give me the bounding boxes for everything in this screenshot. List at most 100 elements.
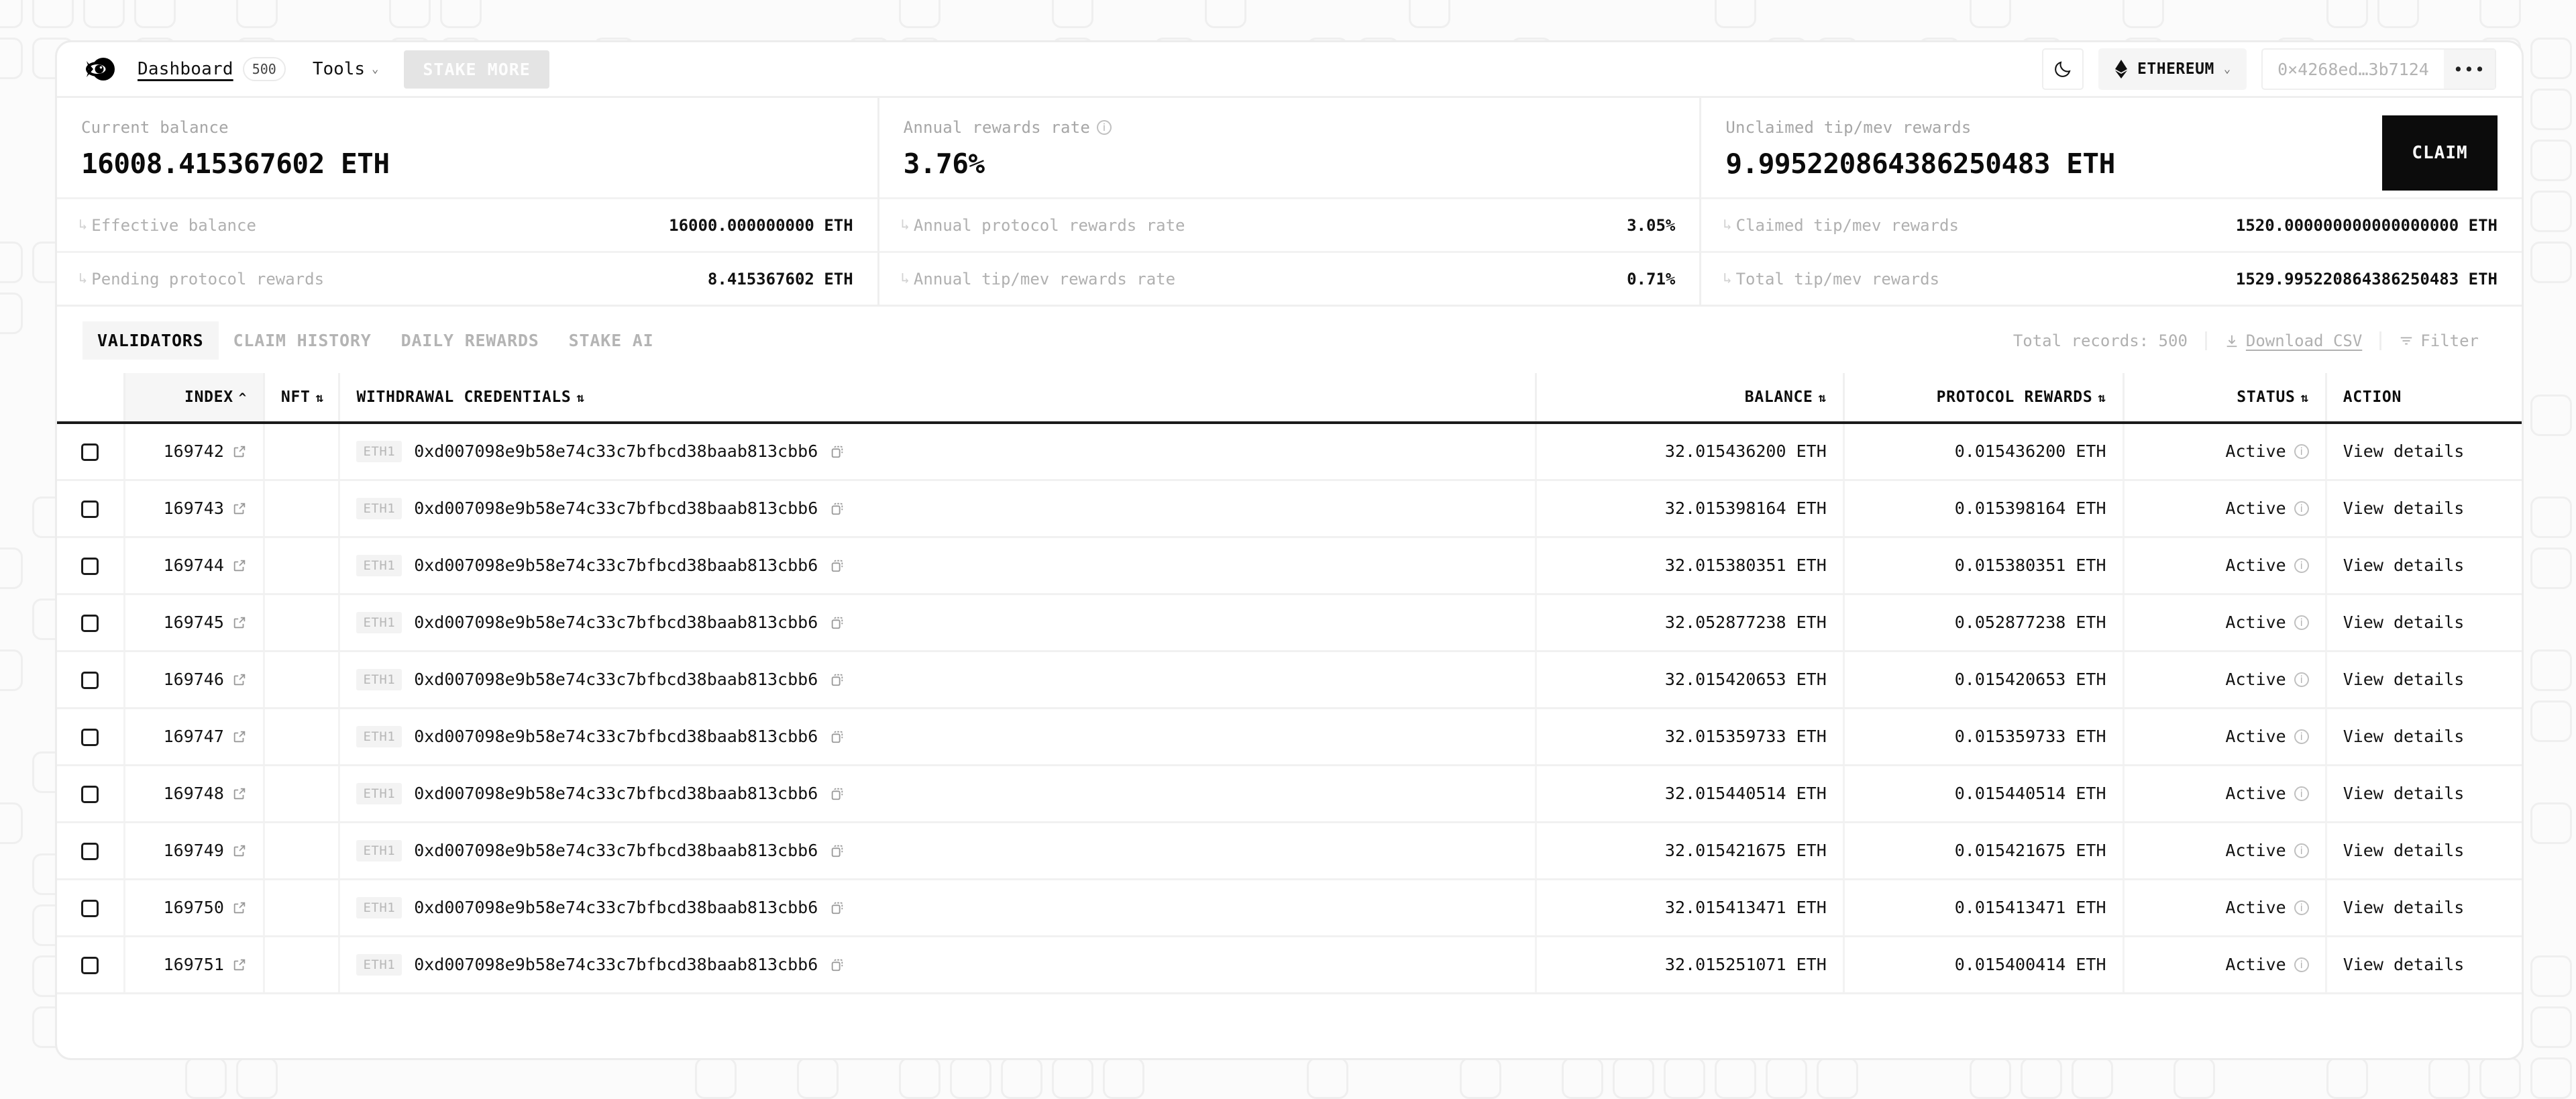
column-header-nft[interactable]: NFT⇅ (264, 373, 339, 423)
view-details-link[interactable]: View details (2343, 499, 2465, 518)
view-details-link[interactable]: View details (2343, 898, 2465, 917)
cell-protocol-rewards: 0.015440514 ETH (1843, 765, 2123, 822)
copy-icon[interactable] (830, 444, 845, 459)
filter-button[interactable]: Filter (2379, 331, 2496, 350)
cell-status: Activei (2123, 537, 2326, 594)
table-row[interactable]: 169744ETH10xd007098e9b58e74c33c7bfbcd38b… (57, 537, 2522, 594)
table-row[interactable]: 169743ETH10xd007098e9b58e74c33c7bfbcd38b… (57, 480, 2522, 537)
view-details-link[interactable]: View details (2343, 613, 2465, 632)
view-details-link[interactable]: View details (2343, 556, 2465, 575)
external-link-icon[interactable] (232, 900, 247, 915)
external-link-icon[interactable] (232, 729, 247, 744)
dark-mode-toggle-button[interactable] (2042, 48, 2084, 90)
copy-icon[interactable] (830, 900, 845, 915)
info-icon[interactable]: i (2294, 900, 2309, 915)
external-link-icon[interactable] (232, 444, 247, 459)
external-link-icon[interactable] (232, 786, 247, 801)
row-select-checkbox[interactable] (81, 501, 99, 518)
info-icon[interactable]: i (2294, 843, 2309, 858)
validator-index-label: 169745 (164, 613, 224, 632)
cell-status: Activei (2123, 651, 2326, 708)
column-header-status[interactable]: STATUS⇅ (2123, 373, 2326, 423)
claim-button[interactable]: CLAIM (2382, 115, 2498, 191)
column-header-protocol-rewards[interactable]: PROTOCOL REWARDS⇅ (1843, 373, 2123, 423)
background-cell (1715, 1057, 1756, 1099)
table-row[interactable]: 169742ETH10xd007098e9b58e74c33c7bfbcd38b… (57, 423, 2522, 480)
copy-icon[interactable] (830, 957, 845, 972)
copy-icon[interactable] (830, 843, 845, 858)
copy-icon[interactable] (830, 786, 845, 801)
view-details-link[interactable]: View details (2343, 727, 2465, 746)
stake-more-button[interactable]: STAKE MORE (404, 50, 549, 89)
tab-claim-history[interactable]: CLAIM HISTORY (219, 321, 386, 360)
nav-tools-menu[interactable]: Tools ⌄ (313, 59, 379, 79)
download-csv-button[interactable]: Download CSV (2205, 331, 2379, 350)
cell-status: Activei (2123, 879, 2326, 936)
row-select-checkbox[interactable] (81, 957, 99, 974)
tab-validators[interactable]: VALIDATORS (83, 321, 219, 360)
stat-sub-value: 0.71% (1627, 270, 1675, 289)
table-row[interactable]: 169745ETH10xd007098e9b58e74c33c7bfbcd38b… (57, 594, 2522, 651)
nav-dashboard-link[interactable]: Dashboard (138, 59, 233, 79)
row-select-checkbox[interactable] (81, 672, 99, 689)
external-link-icon[interactable] (232, 501, 247, 516)
view-details-link[interactable]: View details (2343, 955, 2465, 974)
view-details-link[interactable]: View details (2343, 441, 2465, 461)
credential-type-badge: ETH1 (356, 954, 402, 976)
copy-icon[interactable] (830, 558, 845, 573)
row-select-checkbox[interactable] (81, 615, 99, 632)
copy-icon[interactable] (830, 501, 845, 516)
info-icon[interactable]: i (2294, 672, 2309, 687)
external-link-icon[interactable] (232, 615, 247, 630)
table-row[interactable]: 169748ETH10xd007098e9b58e74c33c7bfbcd38b… (57, 765, 2522, 822)
network-selector-dropdown[interactable]: ETHEREUM ⌄ (2098, 48, 2247, 90)
external-link-icon[interactable] (232, 957, 247, 972)
row-select-checkbox[interactable] (81, 843, 99, 860)
table-row[interactable]: 169750ETH10xd007098e9b58e74c33c7bfbcd38b… (57, 879, 2522, 936)
cell-balance: 32.015380351 ETH (1536, 537, 1843, 594)
row-select-checkbox[interactable] (81, 900, 99, 917)
info-icon[interactable]: i (2294, 729, 2309, 744)
view-details-link[interactable]: View details (2343, 784, 2465, 803)
column-header-withdrawal-credentials[interactable]: WITHDRAWAL CREDENTIALS⇅ (339, 373, 1536, 423)
tab-stake-ai[interactable]: STAKE AI (554, 321, 669, 360)
content-tabs-bar: VALIDATORS CLAIM HISTORY DAILY REWARDS S… (57, 307, 2522, 373)
copy-icon[interactable] (830, 672, 845, 687)
row-select-checkbox[interactable] (81, 443, 99, 461)
copy-icon[interactable] (830, 729, 845, 744)
validators-table-scroll-area[interactable]: INDEX^ NFT⇅ WITHDRAWAL CREDENTIALS⇅ BALA… (57, 373, 2522, 1004)
row-select-cell (57, 936, 124, 993)
info-icon[interactable]: i (1097, 120, 1112, 135)
validator-index-label: 169750 (164, 898, 224, 917)
info-icon[interactable]: i (2294, 501, 2309, 516)
info-icon[interactable]: i (2294, 558, 2309, 573)
external-link-icon[interactable] (232, 672, 247, 687)
fish-eye-logo-icon[interactable] (78, 56, 116, 83)
wallet-address-button[interactable]: 0×4268ed…3b7124 ••• (2261, 48, 2496, 90)
row-select-checkbox[interactable] (81, 786, 99, 803)
copy-icon[interactable] (830, 615, 845, 630)
info-icon[interactable]: i (2294, 957, 2309, 972)
info-icon[interactable]: i (2294, 786, 2309, 801)
row-select-checkbox[interactable] (81, 558, 99, 575)
background-cell (1001, 1057, 1042, 1099)
view-details-link[interactable]: View details (2343, 670, 2465, 689)
column-label: BALANCE (1745, 388, 1813, 406)
status-badge: Active (2225, 841, 2286, 860)
wallet-more-options-icon[interactable]: ••• (2444, 50, 2495, 89)
table-row[interactable]: 169746ETH10xd007098e9b58e74c33c7bfbcd38b… (57, 651, 2522, 708)
column-header-balance[interactable]: BALANCE⇅ (1536, 373, 1843, 423)
external-link-icon[interactable] (232, 843, 247, 858)
table-row[interactable]: 169751ETH10xd007098e9b58e74c33c7bfbcd38b… (57, 936, 2522, 993)
tab-daily-rewards[interactable]: DAILY REWARDS (386, 321, 554, 360)
stat-sub-annual-tipmev-rewards-rate: ↳ Annual tip/mev rewards rate 0.71% (879, 251, 1700, 305)
table-row[interactable]: 169749ETH10xd007098e9b58e74c33c7bfbcd38b… (57, 822, 2522, 879)
info-icon[interactable]: i (2294, 444, 2309, 459)
view-details-link[interactable]: View details (2343, 841, 2465, 860)
table-row[interactable]: 169747ETH10xd007098e9b58e74c33c7bfbcd38b… (57, 708, 2522, 765)
column-header-index[interactable]: INDEX^ (124, 373, 264, 423)
external-link-icon[interactable] (232, 558, 247, 573)
background-cell (797, 1057, 839, 1099)
row-select-checkbox[interactable] (81, 729, 99, 746)
info-icon[interactable]: i (2294, 615, 2309, 630)
